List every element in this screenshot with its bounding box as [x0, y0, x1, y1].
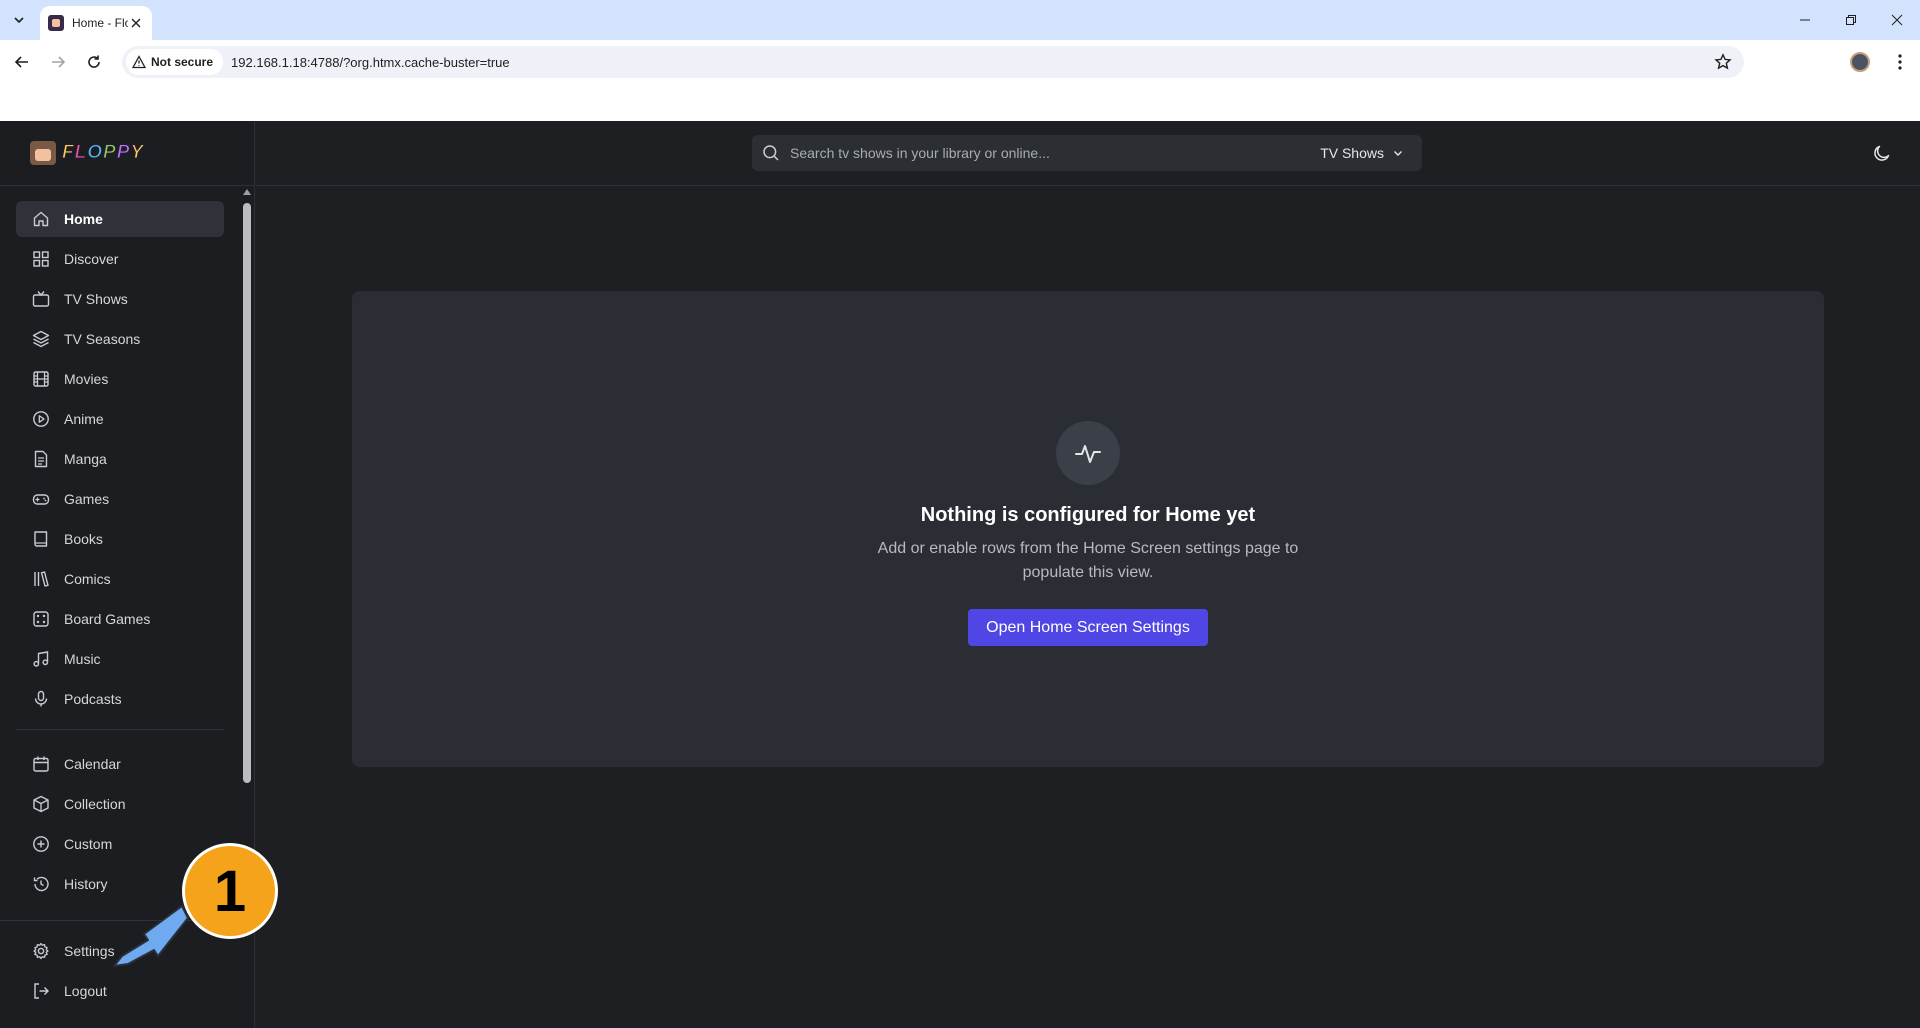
profile-avatar[interactable] — [1850, 52, 1870, 72]
chevron-down-icon — [14, 17, 24, 24]
sidebar-item-podcasts[interactable]: Podcasts — [16, 681, 224, 717]
bookmark-star-icon[interactable] — [1714, 53, 1732, 71]
sidebar-item-tv-shows[interactable]: TV Shows — [16, 281, 224, 317]
scroll-up-arrow[interactable] — [243, 189, 251, 195]
reload-icon — [88, 55, 100, 68]
tab-close-button[interactable] — [128, 15, 144, 31]
sidebar-item-manga[interactable]: Manga — [16, 441, 224, 477]
arrow-right-icon — [52, 56, 66, 68]
sidebar-item-games[interactable]: Games — [16, 481, 224, 517]
bookmarks-bar — [0, 84, 1920, 121]
play-circle-icon — [33, 411, 49, 427]
sidebar-item-board-games[interactable]: Board Games — [16, 601, 224, 637]
logout-icon — [34, 983, 49, 999]
security-label: Not secure — [151, 55, 214, 69]
annotation-arrow-icon — [113, 905, 189, 967]
sidebar-item-movies[interactable]: Movies — [16, 361, 224, 397]
logo[interactable]: FLOPPY — [0, 121, 255, 186]
security-chip[interactable]: Not secure — [126, 49, 224, 75]
close-icon — [131, 18, 141, 28]
browser-menu-button[interactable] — [1890, 52, 1910, 72]
history-icon — [33, 876, 49, 892]
sidebar-item-comics[interactable]: Comics — [16, 561, 224, 597]
sidebar-item-books[interactable]: Books — [16, 521, 224, 557]
back-button[interactable] — [10, 50, 34, 74]
document-icon — [34, 450, 48, 468]
moon-icon — [1874, 145, 1890, 161]
microphone-icon — [34, 690, 48, 707]
close-icon — [1891, 14, 1903, 26]
minimize-button[interactable] — [1782, 0, 1828, 40]
top-bar: TV Shows — [256, 121, 1920, 186]
book-icon — [34, 531, 48, 547]
sidebar-item-calendar[interactable]: Calendar — [16, 746, 224, 782]
media-type-label: TV Shows — [1320, 145, 1384, 161]
reload-button[interactable] — [82, 50, 106, 74]
library-icon — [34, 571, 49, 587]
restore-button[interactable] — [1828, 0, 1874, 40]
sidebar-item-logout[interactable]: Logout — [16, 973, 224, 1009]
restore-icon — [1846, 15, 1856, 25]
step-number-badge: 1 — [182, 843, 278, 939]
main-content: Nothing is configured for Home yet Add o… — [256, 187, 1920, 1028]
activity-icon — [1056, 421, 1120, 485]
gear-icon — [33, 942, 49, 960]
media-type-select[interactable]: TV Shows — [1320, 145, 1404, 161]
url-text: 192.168.1.18:4788/?org.htmx.cache-buster… — [231, 54, 510, 70]
app-root: FLOPPY Home Discover TV Shows TV Seasons — [0, 121, 1920, 1028]
search-input[interactable] — [790, 145, 1321, 161]
tab-search-button[interactable] — [8, 9, 30, 31]
favicon-icon — [48, 15, 64, 31]
search-icon — [763, 145, 779, 161]
grid-icon — [33, 251, 49, 267]
gamepad-icon — [32, 494, 50, 505]
logo-text: FLOPPY — [62, 142, 145, 164]
sidebar-item-custom[interactable]: Custom — [16, 826, 224, 862]
sidebar-item-music[interactable]: Music — [16, 641, 224, 677]
browser-tab[interactable]: Home - Floppy — [40, 6, 152, 40]
open-home-screen-settings-button[interactable]: Open Home Screen Settings — [968, 609, 1208, 646]
sidebar-item-discover[interactable]: Discover — [16, 241, 224, 277]
scroll-thumb[interactable] — [243, 203, 251, 783]
empty-state-panel: Nothing is configured for Home yet Add o… — [352, 291, 1824, 767]
empty-state-title: Nothing is configured for Home yet — [920, 504, 1256, 526]
nav-divider — [16, 729, 224, 730]
plus-circle-icon — [33, 836, 49, 852]
film-icon — [33, 371, 49, 387]
close-window-button[interactable] — [1874, 0, 1920, 40]
search-bar: TV Shows — [752, 135, 1422, 171]
calendar-icon — [33, 756, 49, 772]
arrow-left-icon — [14, 56, 28, 68]
sidebar-item-collection[interactable]: Collection — [16, 786, 224, 822]
home-icon — [33, 211, 49, 227]
address-bar[interactable]: Not secure 192.168.1.18:4788/?org.htmx.c… — [122, 46, 1744, 78]
chevron-down-icon — [1394, 151, 1402, 156]
primary-nav: Home Discover TV Shows TV Seasons Movies… — [16, 201, 224, 906]
empty-state-description: Add or enable rows from the Home Screen … — [877, 540, 1299, 581]
music-icon — [33, 651, 49, 667]
layers-icon — [32, 330, 50, 348]
theme-toggle-button[interactable] — [1870, 141, 1894, 165]
mascot-icon — [28, 139, 58, 167]
sidebar-item-home[interactable]: Home — [16, 201, 224, 237]
sidebar-item-tv-seasons[interactable]: TV Seasons — [16, 321, 224, 357]
tv-icon — [32, 291, 50, 307]
minimize-icon — [1800, 19, 1810, 21]
tab-title: Home - Floppy — [72, 16, 128, 30]
browser-tab-bar: Home - Floppy — [0, 0, 1920, 40]
browser-toolbar: Not secure 192.168.1.18:4788/?org.htmx.c… — [0, 40, 1920, 84]
warning-icon — [132, 55, 146, 69]
forward-button[interactable] — [46, 50, 70, 74]
window-controls — [1782, 0, 1920, 40]
more-vertical-icon — [1898, 54, 1902, 70]
dice-icon — [33, 611, 49, 627]
sidebar-item-anime[interactable]: Anime — [16, 401, 224, 437]
box-icon — [33, 795, 49, 813]
